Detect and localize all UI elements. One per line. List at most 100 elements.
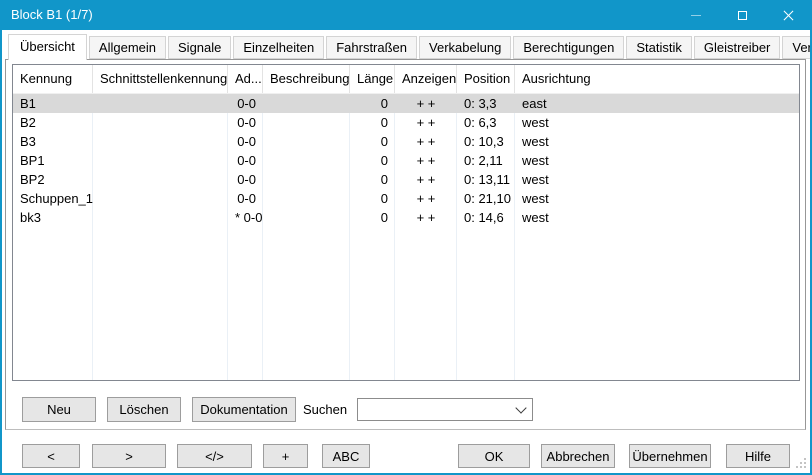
table-row-schuppen-1[interactable]: Schuppen_1 0-0 0+ +0: 21,10west	[13, 189, 799, 208]
cell-laenge: 0	[350, 113, 395, 132]
column-header-kennung[interactable]: Kennung	[13, 65, 93, 93]
cell-position: 0: 13,11	[457, 170, 515, 189]
maximize-button[interactable]	[719, 0, 765, 30]
cell-laenge: 0	[350, 189, 395, 208]
cell-kennung: B2	[13, 113, 93, 132]
table-row-bp2[interactable]: BP20-00+ +0: 13,11west	[13, 170, 799, 189]
minimize-button[interactable]	[673, 0, 719, 30]
cell-laenge: 0	[350, 132, 395, 151]
column-header-schnittstellenkennung[interactable]: Schnittstellenkennung	[93, 65, 228, 93]
search-input[interactable]	[358, 399, 510, 420]
column-header-position[interactable]: Position	[457, 65, 515, 93]
apply-button[interactable]: Übernehmen	[629, 444, 711, 468]
cell-beschreibung	[263, 170, 350, 189]
cell-ad: 0-0	[228, 189, 263, 208]
window-title: Block B1 (1/7)	[11, 0, 93, 30]
cell-ausrichtung: west	[515, 170, 799, 189]
cell-ad: 0-0	[228, 94, 263, 113]
search-dropdown-button[interactable]	[510, 399, 532, 420]
cell-anzeigen: + +	[395, 113, 457, 132]
cell-schnittstellenkennung	[93, 132, 228, 151]
cell-schnittstellenkennung	[93, 208, 228, 227]
cell-ausrichtung: west	[515, 189, 799, 208]
table-row-b1[interactable]: B10-00+ +0: 3,3east	[13, 94, 799, 113]
cell-kennung: BP1	[13, 151, 93, 170]
cell-kennung: bk3	[13, 208, 93, 227]
cell-position: 0: 2,11	[457, 151, 515, 170]
cell-beschreibung	[263, 113, 350, 132]
table-row-b3[interactable]: B30-00+ +0: 10,3west	[13, 132, 799, 151]
cell-kennung: B1	[13, 94, 93, 113]
cell-ausrichtung: west	[515, 132, 799, 151]
table-row-bp1[interactable]: BP1 0-0 0+ +0: 2,11west	[13, 151, 799, 170]
cell-schnittstellenkennung	[93, 189, 228, 208]
cell-ausrichtung: east	[515, 94, 799, 113]
tab-verfolgung[interactable]: Verfolgung	[782, 36, 812, 59]
column-header-beschreibung[interactable]: Beschreibung	[263, 65, 350, 93]
chevron-down-icon	[515, 402, 526, 413]
cell-position: 0: 14,6	[457, 208, 515, 227]
help-button[interactable]: Hilfe	[726, 444, 790, 468]
tab-allgemein[interactable]: Allgemein	[89, 36, 166, 59]
plus-button[interactable]: +	[263, 444, 308, 468]
cell-beschreibung	[263, 151, 350, 170]
cell-schnittstellenkennung	[93, 170, 228, 189]
next-button[interactable]: >	[92, 444, 166, 468]
footer-button-row: < > </> + ABC OK Abbrechen Übernehmen Hilfe	[0, 444, 812, 468]
cell-schnittstellenkennung	[93, 94, 228, 113]
cell-laenge: 0	[350, 151, 395, 170]
cell-beschreibung	[263, 94, 350, 113]
cell-ad: * 0-0	[228, 208, 263, 227]
tab-einzelheiten[interactable]: Einzelheiten	[233, 36, 324, 59]
cell-schnittstellenkennung	[93, 113, 228, 132]
tab-signale[interactable]: Signale	[168, 36, 231, 59]
cell-ausrichtung: west	[515, 113, 799, 132]
maximize-icon	[738, 11, 747, 20]
tab-fahrstrassen[interactable]: Fahrstraßen	[326, 36, 417, 59]
cell-beschreibung	[263, 189, 350, 208]
tab-bar: ÜbersichtAllgemeinSignaleEinzelheitenFah…	[8, 34, 812, 60]
resize-grip[interactable]	[796, 458, 808, 470]
cell-position: 0: 3,3	[457, 94, 515, 113]
abc-button[interactable]: ABC	[322, 444, 370, 468]
cell-anzeigen: + +	[395, 189, 457, 208]
code-button[interactable]: </>	[177, 444, 252, 468]
column-header-anzeigen[interactable]: Anzeigen	[395, 65, 457, 93]
prev-button[interactable]: <	[22, 444, 80, 468]
cell-beschreibung	[263, 132, 350, 151]
tab-berechtigungen[interactable]: Berechtigungen	[513, 36, 624, 59]
cell-ausrichtung: west	[515, 151, 799, 170]
cell-ausrichtung: west	[515, 208, 799, 227]
cell-position: 0: 21,10	[457, 189, 515, 208]
column-header-ad[interactable]: Ad...	[228, 65, 263, 93]
search-label: Suchen	[303, 397, 347, 422]
tab-verkabelung[interactable]: Verkabelung	[419, 36, 511, 59]
cell-kennung: BP2	[13, 170, 93, 189]
cell-anzeigen: + +	[395, 132, 457, 151]
cancel-button[interactable]: Abbrechen	[541, 444, 615, 468]
cell-schnittstellenkennung	[93, 151, 228, 170]
tab-statistik[interactable]: Statistik	[626, 36, 692, 59]
column-header-laenge[interactable]: Länge	[350, 65, 395, 93]
cell-ad: 0-0	[228, 113, 263, 132]
new-button[interactable]: Neu	[22, 397, 96, 422]
cell-laenge: 0	[350, 170, 395, 189]
cell-ad: 0-0	[228, 151, 263, 170]
cell-kennung: Schuppen_1	[13, 189, 93, 208]
close-icon	[782, 9, 795, 22]
ok-button[interactable]: OK	[458, 444, 530, 468]
tab-gleistreiber[interactable]: Gleistreiber	[694, 36, 780, 59]
blocks-table: KennungSchnittstellenkennungAd...Beschre…	[12, 64, 800, 381]
table-row-b2[interactable]: B2 0-0 0+ +0: 6,3west	[13, 113, 799, 132]
table-row-bk3[interactable]: bk3* 0-00+ +0: 14,6west	[13, 208, 799, 227]
tab-uebersicht[interactable]: Übersicht	[8, 34, 87, 60]
cell-anzeigen: + +	[395, 151, 457, 170]
delete-button[interactable]: Löschen	[107, 397, 181, 422]
documentation-button[interactable]: Dokumentation	[192, 397, 296, 422]
column-header-ausrichtung[interactable]: Ausrichtung	[515, 65, 799, 93]
close-button[interactable]	[765, 0, 811, 30]
table-body: B10-00+ +0: 3,3eastB20-00+ +0: 6,3westB3…	[13, 94, 799, 380]
cell-ad: 0-0	[228, 170, 263, 189]
cell-ad: 0-0	[228, 132, 263, 151]
cell-position: 0: 6,3	[457, 113, 515, 132]
